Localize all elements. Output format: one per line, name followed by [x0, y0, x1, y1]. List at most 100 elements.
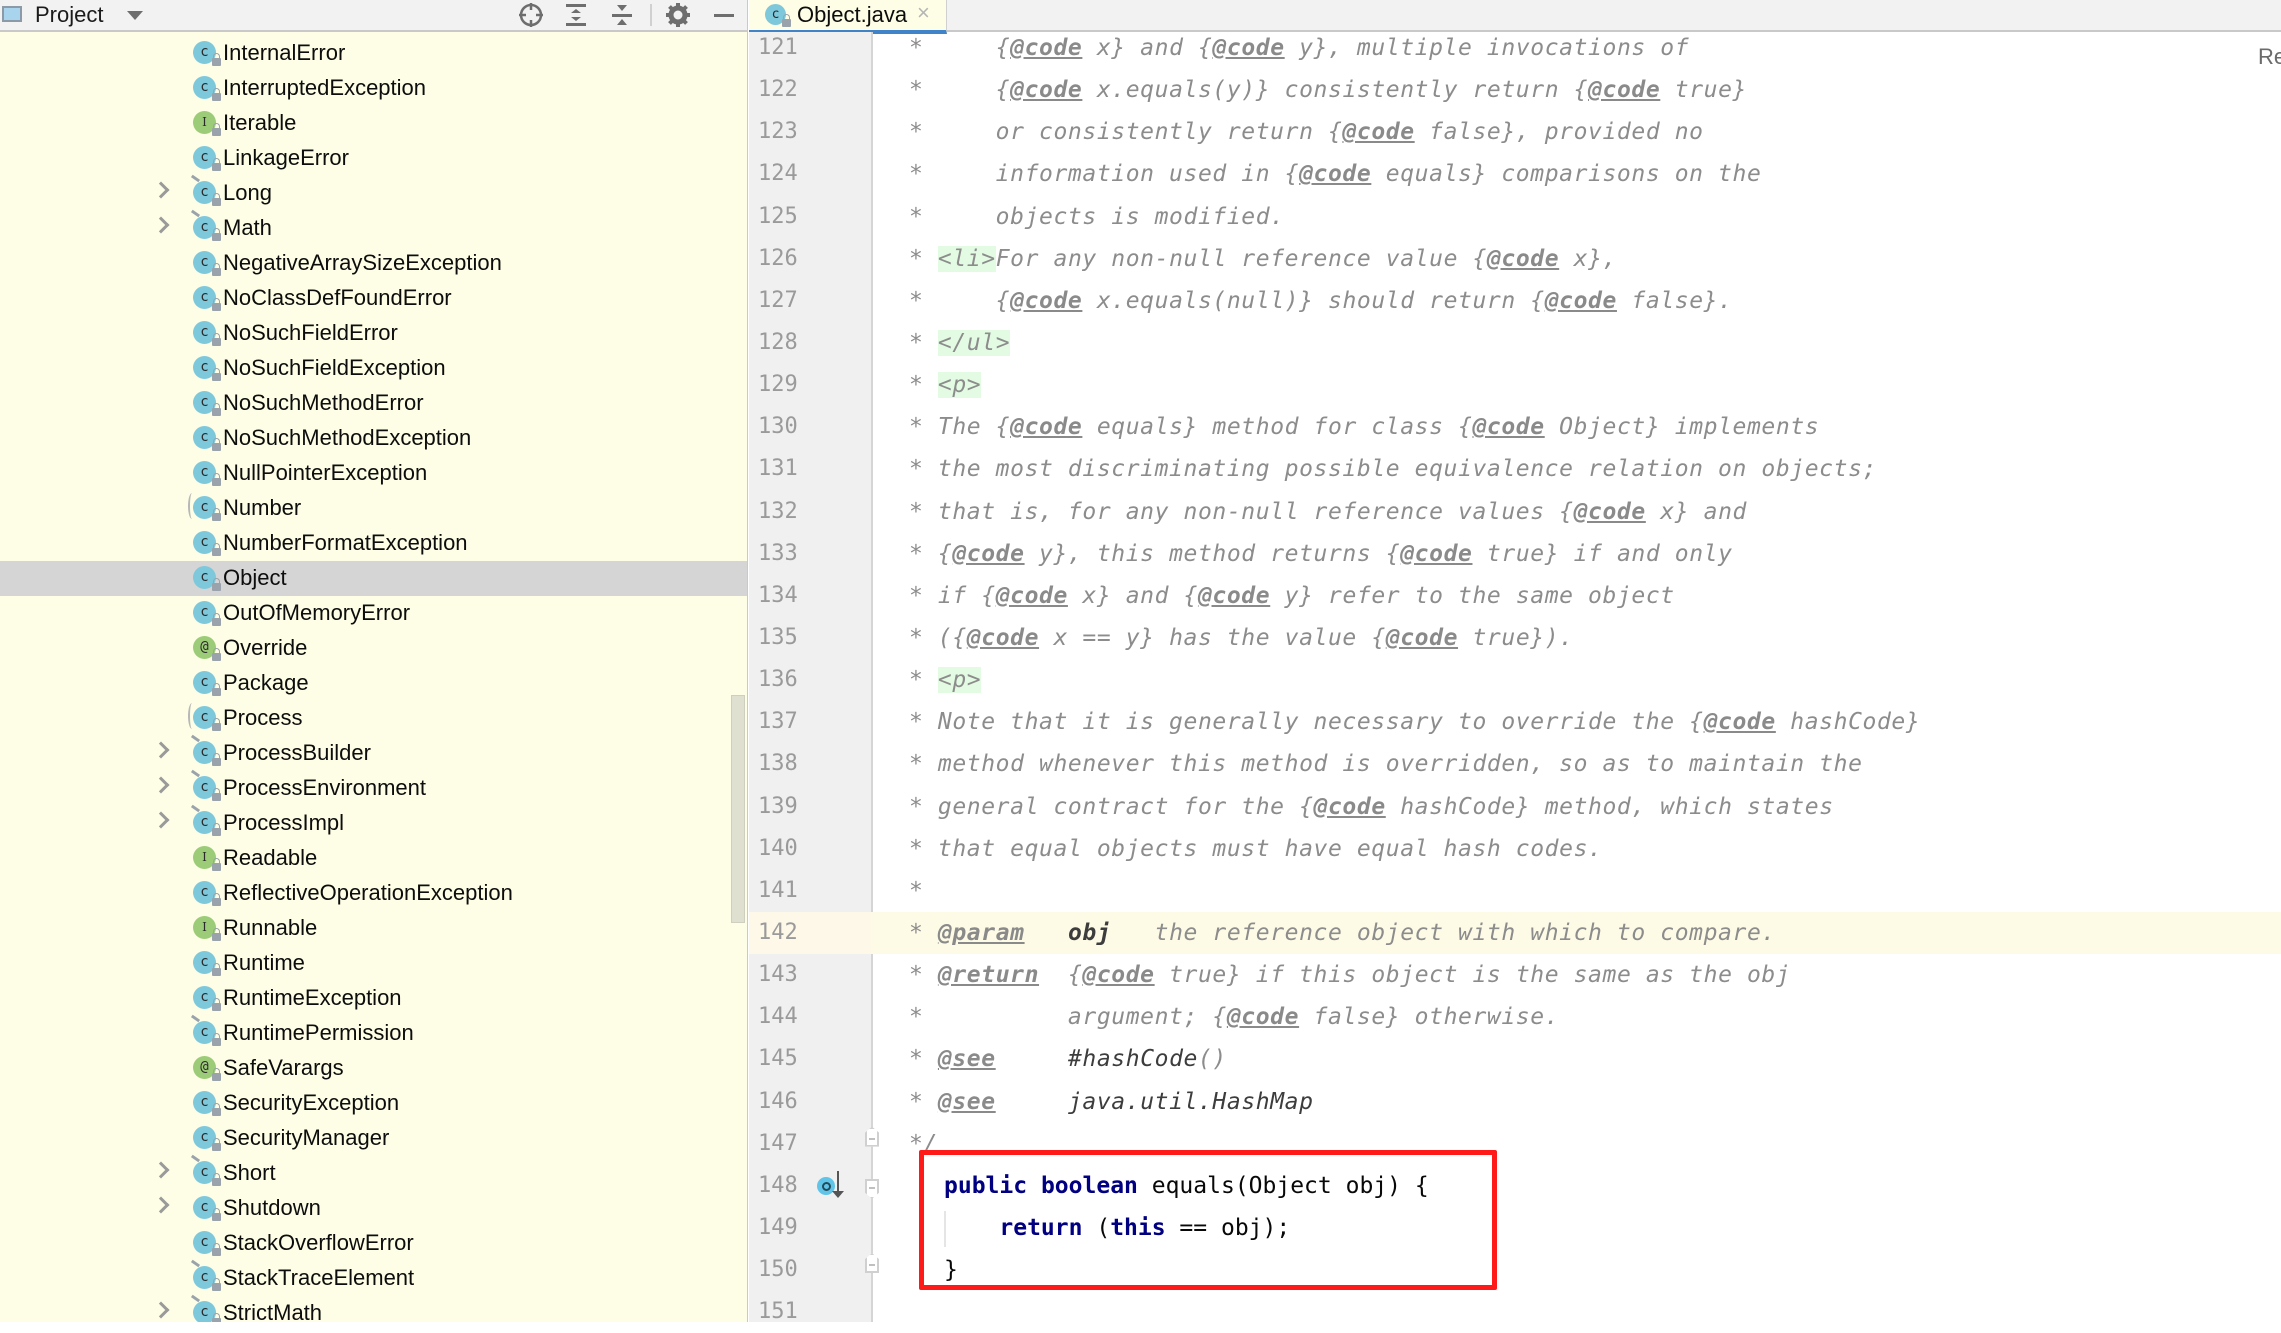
- project-tree-scrollbar[interactable]: [731, 695, 745, 923]
- line-number[interactable]: 134: [749, 575, 871, 617]
- code-line[interactable]: 136 * <p>: [749, 659, 2281, 701]
- tree-item-object[interactable]: c Object: [0, 561, 748, 596]
- code-line[interactable]: 145 * @see #hashCode(): [749, 1038, 2281, 1080]
- tree-item-noclassdeffounderror[interactable]: c NoClassDefFoundError: [0, 281, 748, 316]
- expand-chevron-icon[interactable]: [152, 811, 170, 829]
- code-line[interactable]: 132 * that is, for any non-null reference…: [749, 491, 2281, 533]
- code-line[interactable]: 140 * that equal objects must have equal …: [749, 828, 2281, 870]
- tree-item-processenvironment[interactable]: c ProcessEnvironment: [0, 769, 748, 806]
- tree-item-nosuchfieldexception[interactable]: c NoSuchFieldException: [0, 351, 748, 386]
- tree-item-nosuchmethodexception[interactable]: c NoSuchMethodException: [0, 421, 748, 456]
- tree-item-long[interactable]: c Long: [0, 174, 748, 211]
- line-number[interactable]: 150: [749, 1249, 871, 1291]
- line-number[interactable]: 141: [749, 870, 871, 912]
- line-number[interactable]: 139: [749, 786, 871, 828]
- expand-chevron-icon[interactable]: [152, 1301, 170, 1319]
- line-number[interactable]: 121: [749, 27, 871, 69]
- line-number[interactable]: 149: [749, 1207, 871, 1249]
- collapse-all-icon[interactable]: [608, 2, 636, 28]
- expand-chevron-icon[interactable]: [152, 776, 170, 794]
- tree-item-stacktraceelement[interactable]: c StackTraceElement: [0, 1259, 748, 1296]
- tree-item-numberformatexception[interactable]: c NumberFormatException: [0, 526, 748, 561]
- line-number[interactable]: 142: [749, 911, 871, 954]
- expand-chevron-icon[interactable]: [152, 1161, 170, 1179]
- line-number[interactable]: 140: [749, 828, 871, 870]
- code-line[interactable]: 141 *: [749, 870, 2281, 912]
- tree-item-stackoverflowerror[interactable]: c StackOverflowError: [0, 1226, 748, 1261]
- tree-item-process[interactable]: c Process: [0, 701, 748, 736]
- line-number[interactable]: 151: [749, 1291, 871, 1333]
- line-number[interactable]: 144: [749, 996, 871, 1038]
- expand-chevron-icon[interactable]: [152, 181, 170, 199]
- code-line[interactable]: 127 * {@code x.equals(null)} should retur…: [749, 280, 2281, 322]
- project-panel-title[interactable]: Project: [35, 2, 103, 28]
- line-number[interactable]: 124: [749, 153, 871, 195]
- code-line[interactable]: 124 * information used in {@code equals} …: [749, 153, 2281, 195]
- line-number[interactable]: 146: [749, 1081, 871, 1123]
- code-line[interactable]: 125 * objects is modified.: [749, 196, 2281, 238]
- line-number[interactable]: 131: [749, 448, 871, 490]
- tree-item-nosuchmethoderror[interactable]: c NoSuchMethodError: [0, 386, 748, 421]
- hide-panel-icon[interactable]: [710, 2, 738, 28]
- line-number[interactable]: 137: [749, 701, 871, 743]
- tree-item-negativearraysizeexception[interactable]: c NegativeArraySizeException: [0, 246, 748, 281]
- line-number[interactable]: 128: [749, 322, 871, 364]
- code-line[interactable]: 126 * <li>For any non-null reference valu…: [749, 238, 2281, 280]
- locate-icon[interactable]: [517, 2, 545, 28]
- code-line[interactable]: 138 * method whenever this method is over…: [749, 743, 2281, 785]
- tree-item-strictmath[interactable]: c StrictMath: [0, 1294, 748, 1322]
- code-line[interactable]: 135 * ({@code x == y} has the value {@cod…: [749, 617, 2281, 659]
- expand-chevron-icon[interactable]: [152, 741, 170, 759]
- code-line[interactable]: 142 * @param obj the reference object wit…: [749, 911, 2281, 955]
- tree-item-readable[interactable]: I Readable: [0, 841, 748, 876]
- code-line[interactable]: 131 * the most discriminating possible eq…: [749, 448, 2281, 490]
- settings-gear-icon[interactable]: [664, 2, 692, 28]
- tree-item-runnable[interactable]: I Runnable: [0, 911, 748, 946]
- code-line[interactable]: 144 * argument; {@code false} otherwise.: [749, 996, 2281, 1038]
- line-number[interactable]: 122: [749, 69, 871, 111]
- tree-item-processimpl[interactable]: c ProcessImpl: [0, 804, 748, 841]
- tree-item-math[interactable]: c Math: [0, 209, 748, 246]
- tree-item-shutdown[interactable]: c Shutdown: [0, 1191, 748, 1226]
- tree-item-number[interactable]: c Number: [0, 491, 748, 526]
- code-line[interactable]: 146 * @see java.util.HashMap: [749, 1081, 2281, 1123]
- code-line[interactable]: 139 * general contract for the {@code has…: [749, 786, 2281, 828]
- tree-item-package[interactable]: c Package: [0, 666, 748, 701]
- reader-mode-label[interactable]: Re: [2258, 44, 2281, 70]
- tree-item-safevarargs[interactable]: @ SafeVarargs: [0, 1051, 748, 1086]
- code-line[interactable]: 133 * {@code y}, this method returns {@co…: [749, 533, 2281, 575]
- tree-item-short[interactable]: c Short: [0, 1154, 748, 1191]
- line-number[interactable]: 132: [749, 491, 871, 533]
- expand-chevron-icon[interactable]: [152, 216, 170, 234]
- panel-divider[interactable]: [747, 0, 748, 1322]
- code-line[interactable]: 151: [749, 1291, 2281, 1333]
- code-line[interactable]: 130 * The {@code equals} method for class…: [749, 406, 2281, 448]
- tree-item-interruptedexception[interactable]: c InterruptedException: [0, 71, 748, 106]
- go-to-subclass-arrow-icon[interactable]: [832, 1170, 844, 1198]
- line-number[interactable]: 126: [749, 238, 871, 280]
- code-line[interactable]: 134 * if {@code x} and {@code y} refer to…: [749, 575, 2281, 617]
- tree-item-override[interactable]: @ Override: [0, 631, 748, 666]
- code-line[interactable]: 123 * or consistently return {@code false…: [749, 111, 2281, 153]
- code-line[interactable]: 129 * <p>: [749, 364, 2281, 406]
- view-dropdown-chevron-icon[interactable]: [127, 11, 143, 20]
- code-line[interactable]: 143 * @return {@code true} if this object…: [749, 954, 2281, 996]
- tree-item-internalerror[interactable]: c InternalError: [0, 36, 748, 71]
- tree-item-nullpointerexception[interactable]: c NullPointerException: [0, 456, 748, 491]
- line-number[interactable]: 148: [749, 1165, 871, 1207]
- tree-item-runtimeexception[interactable]: c RuntimeException: [0, 981, 748, 1016]
- code-line[interactable]: 137 * Note that it is generally necessary…: [749, 701, 2281, 743]
- line-number[interactable]: 133: [749, 533, 871, 575]
- tree-item-securityexception[interactable]: c SecurityException: [0, 1086, 748, 1121]
- line-number[interactable]: 143: [749, 954, 871, 996]
- line-number[interactable]: 145: [749, 1038, 871, 1080]
- line-number[interactable]: 129: [749, 364, 871, 406]
- line-number[interactable]: 130: [749, 406, 871, 448]
- tree-item-iterable[interactable]: I Iterable: [0, 106, 748, 141]
- line-number[interactable]: 125: [749, 196, 871, 238]
- tree-item-processbuilder[interactable]: c ProcessBuilder: [0, 734, 748, 771]
- line-number[interactable]: 135: [749, 617, 871, 659]
- tree-item-securitymanager[interactable]: c SecurityManager: [0, 1121, 748, 1156]
- tree-item-outofmemoryerror[interactable]: c OutOfMemoryError: [0, 596, 748, 631]
- expand-all-icon[interactable]: [562, 2, 590, 28]
